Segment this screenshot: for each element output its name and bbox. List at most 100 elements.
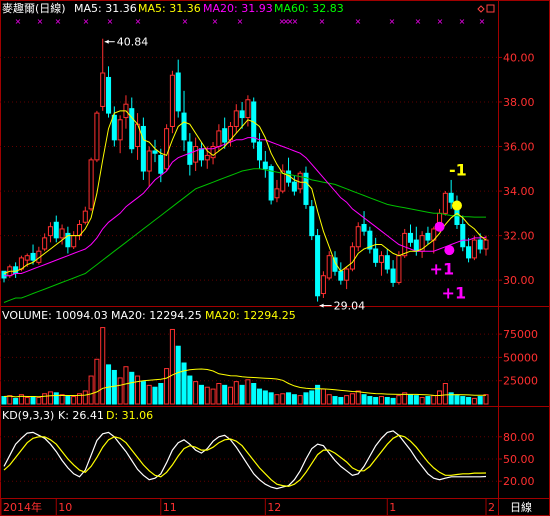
volume-bar xyxy=(227,386,234,405)
volume-bar xyxy=(303,392,309,405)
volume-bar xyxy=(187,375,193,405)
volume-ma20-label: MA20: 12294.25 xyxy=(111,309,202,322)
candle-body xyxy=(193,146,199,163)
x-marker: × xyxy=(83,17,90,26)
price-tick-label: 34.00 xyxy=(503,185,535,198)
x-marker: × xyxy=(135,17,142,26)
candle-body xyxy=(448,192,454,203)
candle-body xyxy=(262,161,268,170)
candle-body xyxy=(378,255,385,263)
volume-tick-label: 75000 xyxy=(503,328,538,341)
x-marker: × xyxy=(37,17,44,26)
volume-tick-label: 50000 xyxy=(503,351,538,364)
volume-bar xyxy=(123,366,129,405)
volume-bar xyxy=(222,384,228,405)
kd-tick-label: 20.00 xyxy=(503,475,535,488)
candle-body xyxy=(320,275,326,295)
kd-k-label: K: 26.41 xyxy=(58,409,104,422)
volume-bar xyxy=(82,390,88,405)
candle-body xyxy=(326,255,332,279)
volume-bar xyxy=(30,396,36,405)
volume-bar xyxy=(483,394,489,405)
volume-bar xyxy=(466,396,472,405)
x-marker: × xyxy=(237,17,244,26)
x-marker: × xyxy=(415,17,422,26)
volume-bar xyxy=(210,388,216,405)
volume-bar xyxy=(326,394,332,405)
price-tick-label: 36.00 xyxy=(503,141,535,154)
volume-bar xyxy=(425,396,431,405)
candle-body xyxy=(13,266,19,274)
volume-bar xyxy=(355,390,361,405)
volume-tick-label: 25000 xyxy=(503,375,538,388)
kd-header: KD(9,3,3) K: 26.41 D: 31.06 xyxy=(2,409,153,422)
price-tick-label: 30.00 xyxy=(503,274,535,287)
volume-bar xyxy=(251,383,257,405)
volume-bar xyxy=(262,390,268,405)
volume-bar xyxy=(373,396,379,405)
x-marker: × xyxy=(182,17,189,26)
ma5-label-yellow: MA5: 31.36 xyxy=(138,2,201,15)
volume-bar xyxy=(268,392,274,405)
candle-body xyxy=(82,210,88,223)
volume-bar xyxy=(146,384,152,405)
volume-bar xyxy=(53,392,59,405)
volume-bar xyxy=(297,395,303,405)
volume-bar xyxy=(7,395,13,405)
candle-body xyxy=(100,72,106,107)
volume-bar xyxy=(181,362,187,405)
candle-body xyxy=(117,119,123,141)
candle-body xyxy=(53,221,59,239)
candle-body xyxy=(297,172,303,190)
volume-bar xyxy=(367,396,373,405)
candle-body xyxy=(483,239,489,250)
volume-bar xyxy=(169,328,175,405)
volume-bar xyxy=(338,396,344,405)
candle-body xyxy=(361,223,367,232)
volume-bar xyxy=(309,390,315,405)
buy-signal-label: +1 xyxy=(430,260,455,279)
date-label: 11 xyxy=(163,501,177,514)
volume-bar xyxy=(24,396,30,405)
x-marker: × xyxy=(55,17,62,26)
candle-body xyxy=(245,99,251,119)
buy-signal-label: +1 xyxy=(442,284,467,303)
volume-bar xyxy=(135,375,141,405)
volume-bar xyxy=(286,392,292,405)
volume-bar xyxy=(315,384,321,405)
volume-bar xyxy=(47,391,53,405)
date-label: 2 xyxy=(488,501,495,514)
ma60-label: MA60: 32.83 xyxy=(274,2,344,15)
candle-body xyxy=(169,74,175,127)
period-label[interactable]: 日線 xyxy=(510,500,532,514)
candle-body xyxy=(390,268,396,283)
volume-bar xyxy=(442,383,448,405)
date-label: 10 xyxy=(58,501,72,514)
volume-header: VOLUME: 10094.03 MA20: 12294.25 MA20: 12… xyxy=(2,309,296,322)
x-marker: × xyxy=(479,17,486,26)
x-marker: × xyxy=(107,17,114,26)
candle-body xyxy=(256,141,263,161)
x-marker: × xyxy=(389,17,396,26)
volume-bar xyxy=(390,397,396,405)
volume-bar xyxy=(437,390,443,405)
candle-body xyxy=(407,232,414,243)
candle-body xyxy=(175,72,181,112)
volume-bar xyxy=(216,383,222,405)
price-tick-label: 40.00 xyxy=(503,51,535,64)
candle-body xyxy=(477,239,483,250)
candle-body xyxy=(413,239,419,252)
volume-bar xyxy=(94,358,100,405)
candle-body xyxy=(315,235,321,297)
candle-body xyxy=(222,128,228,143)
candle-body xyxy=(140,125,146,172)
ma20-label: MA20: 31.93 xyxy=(203,2,273,15)
stock-chart[interactable]: 麥趣爾(日線) MA5: 31.36 MA5: 31.36 MA20: 31.9… xyxy=(0,0,550,516)
volume-bar xyxy=(71,396,77,405)
volume-bar xyxy=(204,386,210,405)
volume-bar xyxy=(105,364,112,405)
volume-bar xyxy=(332,396,338,405)
buy-signal-dot xyxy=(434,221,445,232)
kd-d-label: D: 31.06 xyxy=(106,409,153,422)
volume-bar xyxy=(175,345,181,405)
